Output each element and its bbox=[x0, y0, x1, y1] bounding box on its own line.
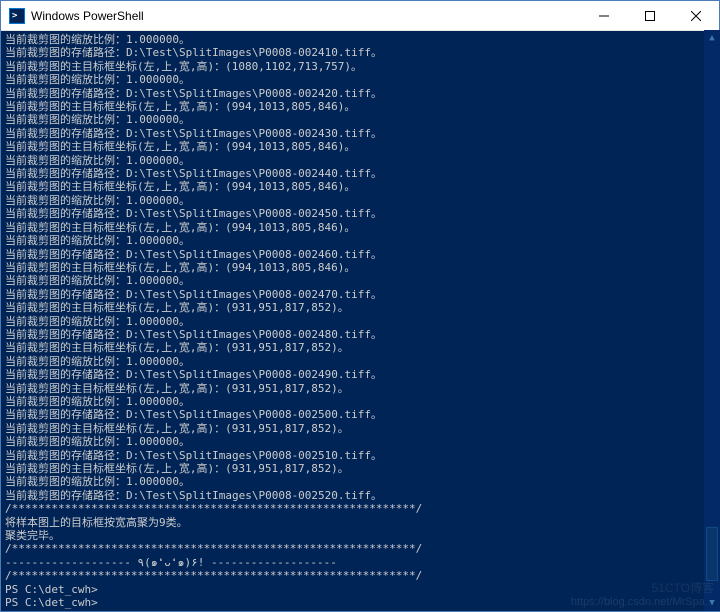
terminal-line: 当前裁剪图的主目标框坐标(左,上,宽,高)：(1080,1102,713,757… bbox=[5, 60, 715, 73]
terminal-line: 当前裁剪图的缩放比例：1.000000。 bbox=[5, 315, 715, 328]
terminal-line: 当前裁剪图的主目标框坐标(左,上,宽,高)：(994,1013,805,846)… bbox=[5, 180, 715, 193]
watermark-url: https://blog.csdn.net/MrSpa... bbox=[571, 596, 714, 608]
terminal-line: 当前裁剪图的存储路径：D:\Test\SplitImages\P0008-002… bbox=[5, 288, 715, 301]
terminal-line: 将样本图上的目标框按宽高聚为9类。 bbox=[5, 516, 715, 529]
terminal-line: 当前裁剪图的主目标框坐标(左,上,宽,高)：(931,951,817,852)。 bbox=[5, 382, 715, 395]
terminal-line: 当前裁剪图的主目标框坐标(左,上,宽,高)：(994,1013,805,846)… bbox=[5, 261, 715, 274]
terminal-line: 当前裁剪图的缩放比例：1.000000。 bbox=[5, 113, 715, 126]
terminal-line: 当前裁剪图的缩放比例：1.000000。 bbox=[5, 194, 715, 207]
terminal-line: 当前裁剪图的缩放比例：1.000000。 bbox=[5, 234, 715, 247]
terminal-line: 当前裁剪图的缩放比例：1.000000。 bbox=[5, 435, 715, 448]
terminal-line: /***************************************… bbox=[5, 542, 715, 555]
terminal-line: 当前裁剪图的存储路径：D:\Test\SplitImages\P0008-002… bbox=[5, 167, 715, 180]
powershell-window: Windows PowerShell 当前裁剪图的缩放比例：1.000000。当… bbox=[0, 0, 720, 612]
terminal-line: 当前裁剪图的存储路径：D:\Test\SplitImages\P0008-002… bbox=[5, 368, 715, 381]
terminal-line: 当前裁剪图的缩放比例：1.000000。 bbox=[5, 355, 715, 368]
terminal-line: 当前裁剪图的主目标框坐标(左,上,宽,高)：(931,951,817,852)。 bbox=[5, 422, 715, 435]
terminal-line: 当前裁剪图的缩放比例：1.000000。 bbox=[5, 154, 715, 167]
terminal-line: 当前裁剪图的缩放比例：1.000000。 bbox=[5, 33, 715, 46]
close-button[interactable] bbox=[673, 1, 719, 30]
terminal-line: /***************************************… bbox=[5, 502, 715, 515]
terminal-line: 当前裁剪图的缩放比例：1.000000。 bbox=[5, 274, 715, 287]
terminal-line: 当前裁剪图的主目标框坐标(左,上,宽,高)：(931,951,817,852)。 bbox=[5, 341, 715, 354]
scroll-up-arrow[interactable]: ▲ bbox=[704, 30, 720, 46]
titlebar[interactable]: Windows PowerShell bbox=[1, 1, 719, 31]
terminal-line: 当前裁剪图的存储路径：D:\Test\SplitImages\P0008-002… bbox=[5, 207, 715, 220]
terminal-line: 当前裁剪图的存储路径：D:\Test\SplitImages\P0008-002… bbox=[5, 46, 715, 59]
maximize-button[interactable] bbox=[627, 1, 673, 30]
terminal-line: 当前裁剪图的存储路径：D:\Test\SplitImages\P0008-002… bbox=[5, 489, 715, 502]
powershell-icon bbox=[9, 8, 25, 24]
terminal-line: 当前裁剪图的缩放比例：1.000000。 bbox=[5, 395, 715, 408]
window-title: Windows PowerShell bbox=[31, 9, 581, 23]
terminal-line: 当前裁剪图的缩放比例：1.000000。 bbox=[5, 73, 715, 86]
terminal-line: ------------------- ٩(๑❛ᴗ❛๑)۶! ---------… bbox=[5, 556, 715, 569]
terminal-line: 当前裁剪图的存储路径：D:\Test\SplitImages\P0008-002… bbox=[5, 248, 715, 261]
terminal-line: 当前裁剪图的主目标框坐标(左,上,宽,高)：(994,1013,805,846)… bbox=[5, 100, 715, 113]
terminal-line: PS C:\det_cwh> bbox=[5, 609, 715, 611]
terminal-line: 当前裁剪图的缩放比例：1.000000。 bbox=[5, 475, 715, 488]
terminal-line: 聚类完毕。 bbox=[5, 529, 715, 542]
terminal-line: 当前裁剪图的存储路径：D:\Test\SplitImages\P0008-002… bbox=[5, 127, 715, 140]
terminal-line: 当前裁剪图的存储路径：D:\Test\SplitImages\P0008-002… bbox=[5, 328, 715, 341]
terminal-line: /***************************************… bbox=[5, 569, 715, 582]
minimize-button[interactable] bbox=[581, 1, 627, 30]
terminal-line: 当前裁剪图的存储路径：D:\Test\SplitImages\P0008-002… bbox=[5, 87, 715, 100]
terminal-line: 当前裁剪图的主目标框坐标(左,上,宽,高)：(931,951,817,852)。 bbox=[5, 462, 715, 475]
vertical-scrollbar[interactable]: ▲ ▼ bbox=[704, 30, 720, 611]
terminal-line: 当前裁剪图的主目标框坐标(左,上,宽,高)：(994,1013,805,846)… bbox=[5, 221, 715, 234]
terminal-line: 当前裁剪图的主目标框坐标(左,上,宽,高)：(931,951,817,852)。 bbox=[5, 301, 715, 314]
terminal-line: 当前裁剪图的主目标框坐标(左,上,宽,高)：(994,1013,805,846)… bbox=[5, 140, 715, 153]
terminal-line: 当前裁剪图的存储路径：D:\Test\SplitImages\P0008-002… bbox=[5, 408, 715, 421]
watermark-text: 51CTO博客 bbox=[652, 579, 714, 596]
terminal-line: PS C:\det_cwh> bbox=[5, 583, 715, 596]
terminal-output[interactable]: 当前裁剪图的缩放比例：1.000000。当前裁剪图的存储路径：D:\Test\S… bbox=[1, 31, 719, 611]
scrollbar-thumb[interactable] bbox=[706, 527, 718, 581]
terminal-line: 当前裁剪图的存储路径：D:\Test\SplitImages\P0008-002… bbox=[5, 449, 715, 462]
